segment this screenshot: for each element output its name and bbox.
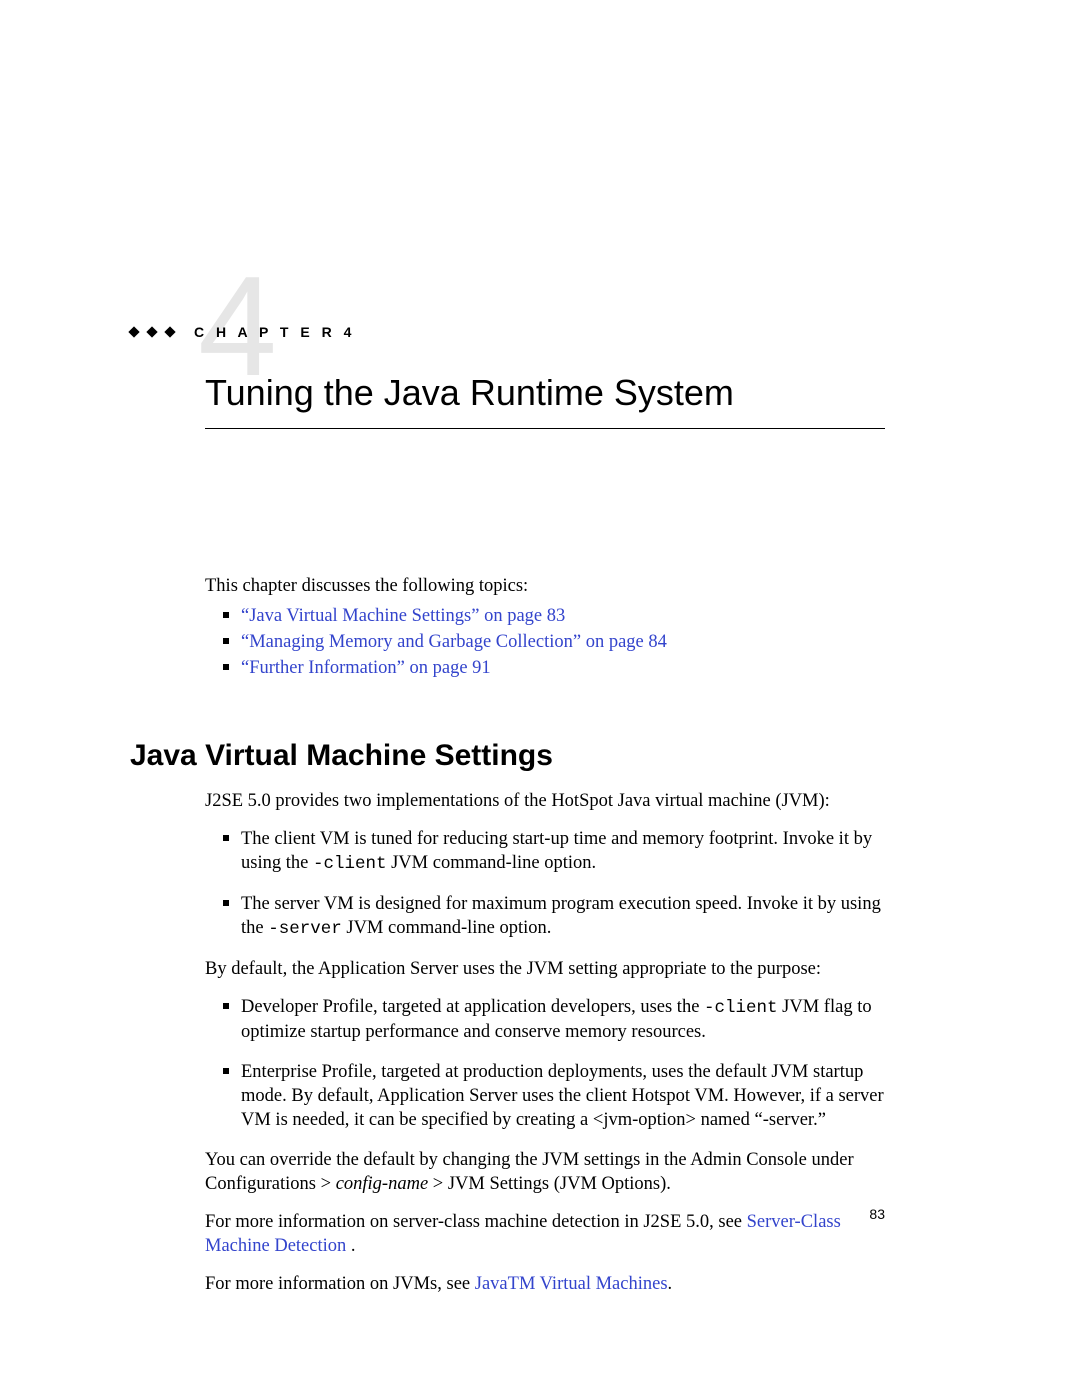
page-body: This chapter discusses the following top… [205, 574, 885, 1310]
text: . [668, 1274, 673, 1294]
list-item: “Further Information” on page 91 [223, 656, 885, 680]
jvm-link[interactable]: JavaTM Virtual Machines [475, 1274, 668, 1294]
vm-implementations-list: The client VM is tuned for reducing star… [223, 827, 885, 941]
text: JVM command-line option. [342, 918, 552, 938]
toc-link[interactable]: “Managing Memory and Garbage Collection”… [241, 632, 667, 652]
chapter-title: Tuning the Java Runtime System [205, 372, 734, 414]
list-item: “Java Virtual Machine Settings” on page … [223, 604, 885, 628]
italic-text: config-name [336, 1174, 428, 1194]
text: Enterprise Profile, targeted at producti… [241, 1062, 884, 1130]
chapter-toc-list: “Java Virtual Machine Settings” on page … [223, 604, 885, 680]
text: JVM command-line option. [386, 853, 596, 873]
code-text: -server [268, 919, 342, 939]
paragraph: For more information on server-class mac… [205, 1210, 885, 1258]
text: For more information on JVMs, see [205, 1274, 475, 1294]
text: . [346, 1236, 355, 1256]
diamond-icon [128, 326, 139, 337]
toc-link[interactable]: “Java Virtual Machine Settings” on page … [241, 606, 565, 626]
diamond-icon [164, 326, 175, 337]
diamond-icon [146, 326, 157, 337]
paragraph: You can override the default by changing… [205, 1148, 885, 1196]
text: > JVM Settings (JVM Options). [428, 1174, 671, 1194]
list-item: Developer Profile, targeted at applicati… [223, 995, 885, 1044]
list-item: Enterprise Profile, targeted at producti… [223, 1060, 885, 1132]
paragraph: J2SE 5.0 provides two implementations of… [205, 789, 885, 813]
chapter-header: C H A P T E R 4 [130, 311, 355, 353]
code-text: -client [313, 854, 387, 874]
page-number: 83 [869, 1206, 885, 1222]
list-item: The client VM is tuned for reducing star… [223, 827, 885, 876]
chapter-rule [205, 428, 885, 429]
intro-paragraph: This chapter discusses the following top… [205, 574, 885, 598]
list-item: “Managing Memory and Garbage Collection”… [223, 630, 885, 654]
text: For more information on server-class mac… [205, 1212, 747, 1232]
profiles-list: Developer Profile, targeted at applicati… [223, 995, 885, 1132]
paragraph: For more information on JVMs, see JavaTM… [205, 1272, 885, 1296]
list-item: The server VM is designed for maximum pr… [223, 892, 885, 941]
text: Developer Profile, targeted at applicati… [241, 997, 704, 1017]
chapter-label: C H A P T E R 4 [194, 324, 355, 340]
paragraph: By default, the Application Server uses … [205, 957, 885, 981]
code-text: -client [704, 998, 778, 1018]
section-heading: Java Virtual Machine Settings [130, 736, 885, 775]
toc-link[interactable]: “Further Information” on page 91 [241, 658, 491, 678]
